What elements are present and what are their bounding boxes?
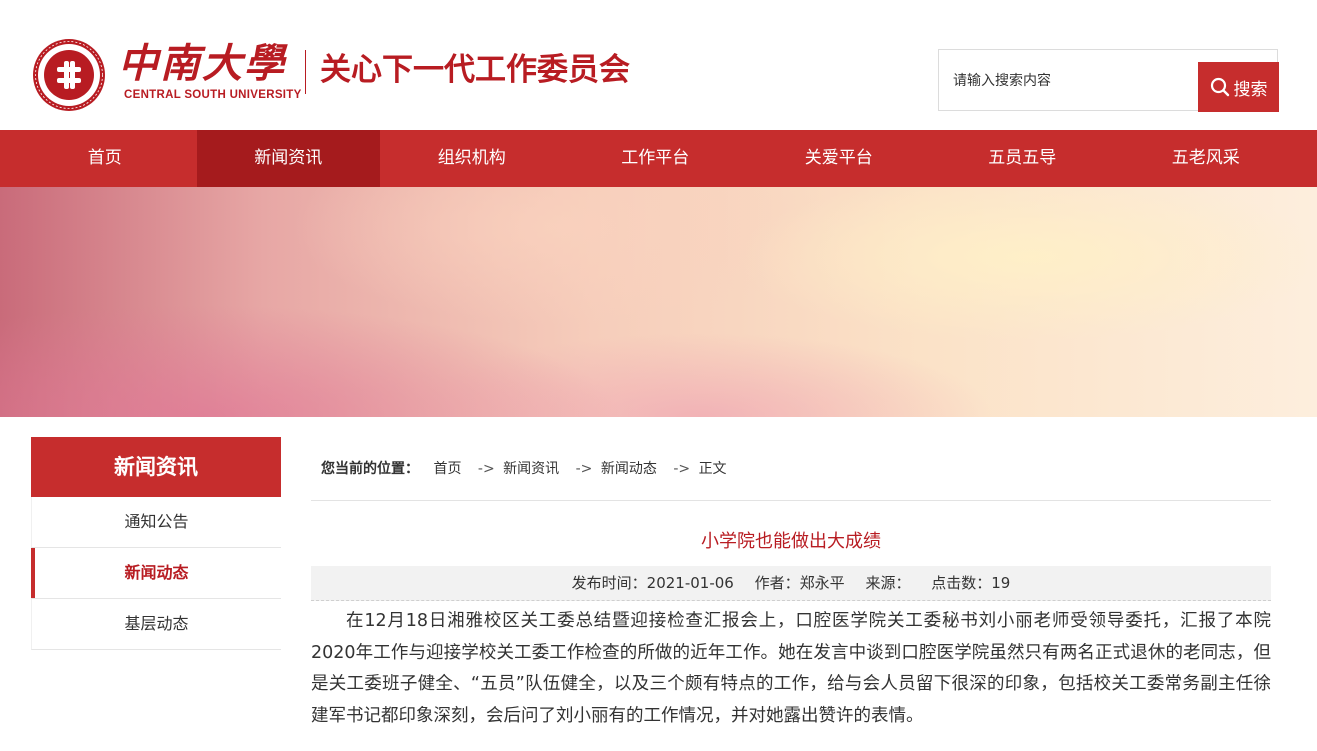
- university-logo-english: CENTRAL SOUTH UNIVERSITY: [124, 89, 302, 101]
- view-count: 点击数：19: [931, 574, 1011, 592]
- main-nav: 首页 新闻资讯 组织机构 工作平台 关爱平台 五员五导 五老风采: [0, 130, 1317, 187]
- search-icon: [1210, 77, 1229, 97]
- nav-item-five-members[interactable]: 五员五导: [931, 130, 1115, 187]
- main-content: 您当前的位置： 首页 -> 新闻资讯 -> 新闻动态 -> 正文 小学院也能做出…: [311, 437, 1271, 732]
- logo-divider: [305, 50, 306, 94]
- breadcrumb-label: 您当前的位置：: [321, 461, 419, 477]
- breadcrumb-news-updates[interactable]: 新闻动态: [601, 461, 657, 477]
- sidebar-item-news-updates[interactable]: 新闻动态: [31, 548, 281, 599]
- nav-item-work-platform[interactable]: 工作平台: [564, 130, 748, 187]
- site-title: 关心下一代工作委员会: [320, 52, 630, 88]
- breadcrumb-separator: ->: [673, 461, 691, 477]
- sidebar-title: 新闻资讯: [31, 437, 281, 497]
- breadcrumb-news[interactable]: 新闻资讯: [503, 461, 559, 477]
- article-source: 来源：: [865, 574, 911, 592]
- university-logo-text: 中南大學: [118, 40, 286, 87]
- breadcrumb-current: 正文: [698, 461, 727, 477]
- university-seal-icon: [33, 39, 105, 111]
- breadcrumb-separator: ->: [477, 461, 495, 477]
- breadcrumb-separator: ->: [575, 461, 593, 477]
- sidebar-item-grassroots[interactable]: 基层动态: [31, 599, 281, 650]
- nav-item-care-platform[interactable]: 关爱平台: [747, 130, 931, 187]
- search-box: 搜索: [938, 49, 1279, 112]
- nav-item-five-elders[interactable]: 五老风采: [1114, 130, 1298, 187]
- article-meta: 发布时间：2021-01-06 作者：郑永平 来源： 点击数：19: [311, 566, 1271, 601]
- sidebar-item-notices[interactable]: 通知公告: [31, 497, 281, 548]
- article-author: 作者：郑永平: [754, 574, 845, 592]
- search-input[interactable]: [939, 62, 1197, 100]
- banner-image: [0, 187, 1317, 417]
- site-header: 中南大學 CENTRAL SOUTH UNIVERSITY 关心下一代工作委员会…: [0, 0, 1317, 130]
- nav-item-news[interactable]: 新闻资讯: [196, 130, 380, 187]
- nav-item-home[interactable]: 首页: [13, 130, 197, 187]
- sidebar: 新闻资讯 通知公告 新闻动态 基层动态: [31, 437, 281, 650]
- breadcrumb: 您当前的位置： 首页 -> 新闻资讯 -> 新闻动态 -> 正文: [311, 437, 1271, 501]
- article-body: 在12月18日湘雅校区关工委总结暨迎接检查汇报会上，口腔医学院关工委秘书刘小丽老…: [311, 611, 1271, 726]
- publish-date: 发布时间：2021-01-06: [571, 574, 734, 592]
- breadcrumb-home[interactable]: 首页: [433, 461, 461, 477]
- search-button-label: 搜索: [1233, 79, 1268, 100]
- search-button[interactable]: 搜索: [1198, 62, 1279, 112]
- article-title: 小学院也能做出大成绩: [701, 531, 881, 552]
- nav-item-organization[interactable]: 组织机构: [380, 130, 564, 187]
